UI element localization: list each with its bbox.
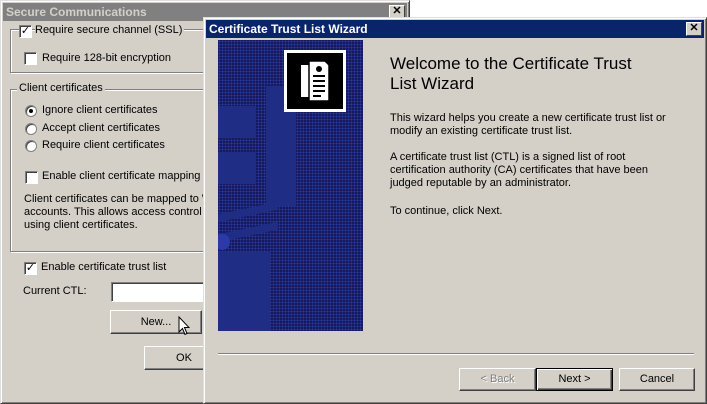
ok-button-label: OK bbox=[176, 352, 192, 364]
wizard-intro-text: This wizard helps you create a new certi… bbox=[390, 112, 666, 137]
wizard-separator bbox=[218, 353, 694, 355]
mapping-description-line: Client certificates can be mapped to W bbox=[24, 193, 213, 205]
close-icon[interactable]: ✕ bbox=[686, 22, 702, 36]
decorative-shape bbox=[218, 152, 256, 184]
client-certificates-group: Client certificates Ignore client certif… bbox=[10, 82, 215, 252]
cancel-button[interactable]: Cancel bbox=[619, 368, 695, 391]
require-128-label[interactable]: Require 128-bit encryption bbox=[42, 52, 171, 64]
require-128-checkbox[interactable] bbox=[24, 52, 37, 65]
secure-communications-title: Secure Communications bbox=[6, 5, 147, 19]
require-ssl-label[interactable]: Require secure channel (SSL) bbox=[35, 24, 185, 36]
wizard-heading-line: Welcome to the Certificate Trust bbox=[390, 54, 632, 73]
cancel-button-label: Cancel bbox=[639, 373, 675, 385]
require-certificates-label[interactable]: Require client certificates bbox=[42, 139, 165, 151]
decorative-circle bbox=[218, 234, 230, 250]
back-button[interactable]: < Back bbox=[459, 368, 536, 391]
mapping-description-line: using client certificates. bbox=[24, 219, 138, 231]
ignore-certificates-radio[interactable] bbox=[25, 105, 37, 117]
require-ssl-checkbox[interactable]: ✓ bbox=[19, 25, 32, 38]
wizard-ctl-description: A certificate trust list (CTL) is a sign… bbox=[390, 151, 649, 189]
ssl-group: ✓ Require secure channel (SSL) Require 1… bbox=[10, 24, 215, 73]
mouse-cursor-icon bbox=[178, 316, 190, 336]
ignore-certificates-label[interactable]: Ignore client certificates bbox=[42, 104, 158, 116]
decorative-shape bbox=[218, 201, 278, 223]
ctl-wizard-window: Certificate Trust List Wizard ✕ Welcome … bbox=[203, 17, 707, 404]
require-certificates-radio[interactable] bbox=[25, 140, 37, 152]
ctl-wizard-titlebar[interactable]: Certificate Trust List Wizard ✕ bbox=[206, 20, 704, 38]
decorative-shape bbox=[218, 106, 256, 138]
current-ctl-label: Current CTL: bbox=[23, 285, 87, 297]
mapping-description-line: accounts. This allows access control bbox=[24, 206, 202, 218]
ctl-wizard-title: Certificate Trust List Wizard bbox=[209, 22, 368, 36]
certificate-list-icon bbox=[301, 60, 330, 102]
wizard-icon-frame bbox=[284, 50, 346, 112]
next-button-label: Next > bbox=[558, 373, 591, 385]
wizard-continue-text: To continue, click Next. bbox=[390, 205, 503, 217]
back-button-label: < Back bbox=[480, 373, 515, 385]
wizard-side-panel bbox=[218, 40, 363, 331]
enable-mapping-checkbox[interactable] bbox=[25, 171, 38, 184]
new-ctl-button-label: New... bbox=[140, 316, 172, 328]
enable-ctl-label[interactable]: Enable certificate trust list bbox=[41, 261, 166, 273]
enable-ctl-checkbox[interactable]: ✓ bbox=[24, 262, 37, 275]
decorative-shape bbox=[218, 252, 270, 331]
client-certificates-group-label: Client certificates bbox=[17, 82, 105, 94]
wizard-heading-line: List Wizard bbox=[390, 74, 475, 93]
accept-certificates-radio[interactable] bbox=[25, 123, 37, 135]
accept-certificates-label[interactable]: Accept client certificates bbox=[42, 122, 160, 134]
next-button[interactable]: Next > bbox=[536, 368, 613, 391]
enable-mapping-label[interactable]: Enable client certificate mapping bbox=[42, 170, 200, 182]
